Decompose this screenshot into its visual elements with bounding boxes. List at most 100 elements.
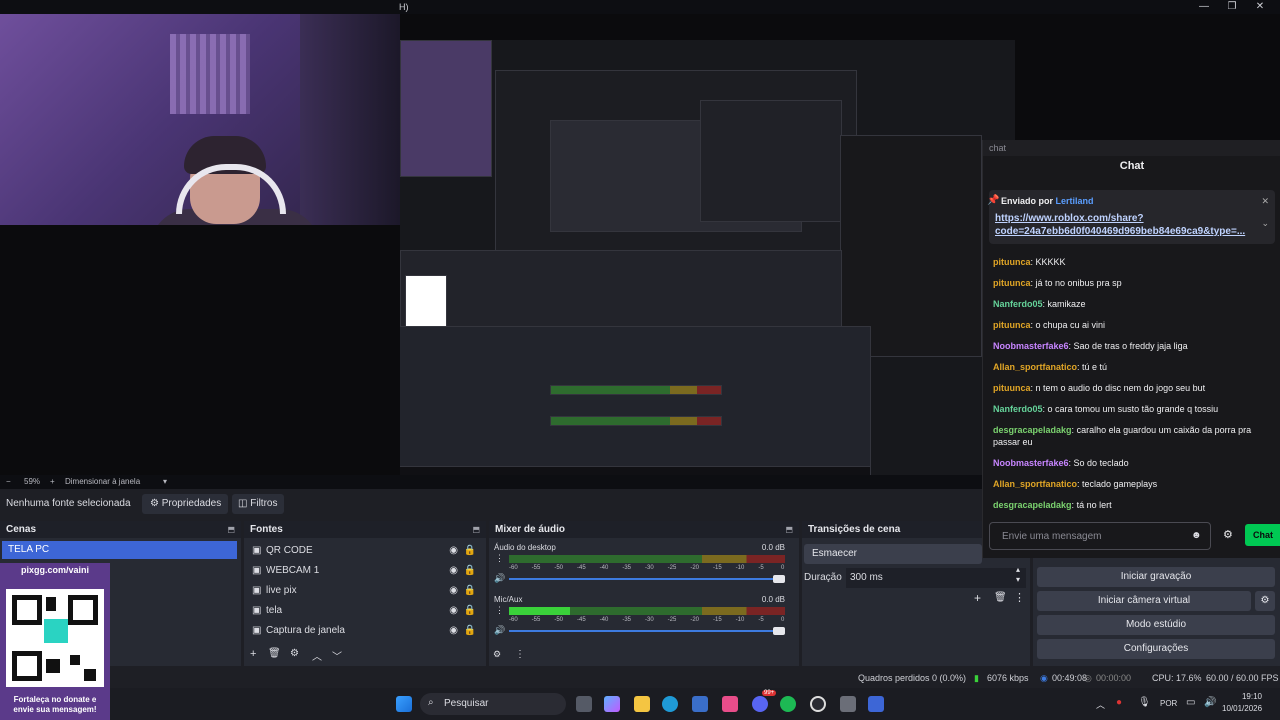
taskbar-search[interactable]: ⌕ Pesquisar (420, 693, 566, 715)
pinned-message[interactable]: 📌 Enviado por Lertiland https://www.robl… (987, 190, 1275, 244)
more-options-icon[interactable]: ⋮ (515, 649, 525, 660)
mixer-settings-icon[interactable]: ⚙ (493, 649, 501, 660)
properties-button[interactable]: ⚙ Propriedades (142, 494, 228, 514)
app-icon-2[interactable] (868, 696, 884, 712)
lock-icon[interactable]: 🔒 (464, 622, 476, 640)
network-icon[interactable]: ▭ (1186, 697, 1195, 708)
more-options-icon[interactable]: ⋮ (1014, 591, 1025, 604)
close-icon[interactable]: ✕ (1246, 0, 1274, 14)
transition-select[interactable]: Esmaecer (804, 544, 982, 564)
edge-icon[interactable] (662, 696, 678, 712)
chat-input[interactable]: Envie uma mensagem (989, 522, 1211, 550)
chat-username[interactable]: Nanferdo05 (993, 404, 1043, 414)
chat-username[interactable]: Noobmasterfake6 (993, 458, 1069, 468)
chevron-down-icon[interactable]: ▾ (163, 475, 167, 489)
discord-icon[interactable] (752, 696, 768, 712)
clock-time[interactable]: 19:10 (1222, 692, 1262, 701)
maximize-icon[interactable]: ❐ (1218, 0, 1246, 14)
chevron-down-icon[interactable]: ⌄ (1261, 218, 1269, 229)
studio-mode-button[interactable]: Modo estúdio (1037, 615, 1275, 635)
chevron-up-icon[interactable]: ︿ (312, 648, 322, 663)
task-view-icon[interactable] (576, 696, 592, 712)
source-item[interactable]: ▣ Captura de janela ◉ 🔒 (248, 622, 482, 640)
windows-start-icon[interactable] (396, 696, 412, 712)
source-item[interactable]: ▣ QR CODE ◉ 🔒 (248, 542, 482, 560)
chat-username[interactable]: pituunca (993, 320, 1031, 330)
store-icon[interactable] (692, 696, 708, 712)
undock-icon[interactable]: ⬒ (785, 521, 793, 538)
eye-icon[interactable]: ◉ (449, 582, 458, 600)
pinned-user[interactable]: Lertiland (1056, 196, 1094, 206)
gear-icon[interactable]: ⚙ (1223, 528, 1233, 541)
source-item[interactable]: ▣ tela ◉ 🔒 (248, 602, 482, 620)
chat-send-button[interactable]: Chat (1245, 524, 1280, 546)
source-item[interactable]: ▣ WEBCAM 1 ◉ 🔒 (248, 562, 482, 580)
eye-icon[interactable]: ◉ (449, 562, 458, 580)
app-icon[interactable] (722, 696, 738, 712)
speaker-icon[interactable]: 🔊 (494, 573, 505, 584)
lock-icon[interactable]: 🔒 (464, 582, 476, 600)
chat-username[interactable]: Nanferdo05 (993, 299, 1043, 309)
volume-icon[interactable]: 🔊 (1204, 697, 1216, 708)
file-explorer-icon[interactable] (634, 696, 650, 712)
scene-item[interactable]: TELA PC (2, 541, 237, 559)
filters-button[interactable]: ◫ Filtros (232, 494, 284, 514)
eye-icon[interactable]: ◉ (449, 622, 458, 640)
zoom-mode[interactable]: Dimensionar à janela (65, 475, 140, 489)
chat-username[interactable]: Noobmasterfake6 (993, 341, 1069, 351)
chevron-up-icon[interactable]: ︿ (1096, 698, 1105, 711)
duration-input[interactable]: 300 ms (846, 568, 1026, 588)
stepper-down-icon[interactable]: ▾ (1016, 575, 1020, 584)
trash-icon[interactable]: 🗑 (268, 648, 281, 659)
chat-username[interactable]: desgracapeladakg (993, 425, 1072, 435)
undock-icon[interactable]: ⬒ (227, 521, 235, 538)
add-source-icon[interactable]: + (250, 648, 256, 660)
language-indicator[interactable]: POR (1160, 699, 1177, 708)
zoom-minus-icon[interactable]: − (6, 475, 11, 489)
chevron-down-icon[interactable]: ﹀ (332, 648, 342, 663)
microphone-icon[interactable]: 🎙 (1138, 697, 1151, 708)
more-options-icon[interactable]: ⋮ (495, 553, 504, 564)
chat-tab[interactable]: chat (983, 140, 1280, 156)
start-recording-button[interactable]: Iniciar gravação (1037, 567, 1275, 587)
copilot-icon[interactable] (604, 696, 620, 712)
undock-icon[interactable]: ⬒ (472, 521, 480, 538)
obs-icon[interactable] (810, 696, 826, 712)
lock-icon[interactable]: 🔒 (464, 562, 476, 580)
lock-icon[interactable]: 🔒 (464, 602, 476, 620)
settings-button[interactable]: Configurações (1037, 639, 1275, 659)
zoom-level[interactable]: 59% (24, 475, 40, 489)
chat-username[interactable]: pituunca (993, 383, 1031, 393)
chat-username[interactable]: Allan_sportfanatico (993, 479, 1077, 489)
source-item[interactable]: ▣ live pix ◉ 🔒 (248, 582, 482, 600)
settings-app-icon[interactable] (840, 696, 856, 712)
gear-icon[interactable]: ⚙ (290, 648, 299, 659)
pinned-link[interactable]: https://www.roblox.com/share?code=24a7eb… (995, 212, 1253, 238)
stepper-up-icon[interactable]: ▴ (1016, 565, 1020, 574)
minimize-icon[interactable]: — (1190, 0, 1218, 14)
speaker-icon[interactable]: 🔊 (494, 625, 505, 636)
start-virtual-camera-button[interactable]: Iniciar câmera virtual (1037, 591, 1251, 611)
trash-icon[interactable]: 🗑 (994, 592, 1007, 603)
add-transition-icon[interactable]: + (974, 591, 981, 605)
slider-handle[interactable] (773, 575, 785, 583)
spotify-icon[interactable] (780, 696, 796, 712)
slider-handle[interactable] (773, 627, 785, 635)
unpin-icon[interactable]: ✕ (1261, 196, 1269, 207)
gear-icon[interactable]: ⚙ (1255, 591, 1275, 611)
volume-slider[interactable] (509, 575, 785, 583)
lock-icon[interactable]: 🔒 (464, 542, 476, 560)
chat-username[interactable]: pituunca (993, 257, 1031, 267)
more-options-icon[interactable]: ⋮ (495, 605, 504, 616)
eye-icon[interactable]: ◉ (449, 542, 458, 560)
zoom-plus-icon[interactable]: + (50, 475, 55, 489)
emote-icon[interactable]: ☻ (1191, 530, 1202, 541)
chat-username[interactable]: pituunca (993, 278, 1031, 288)
chat-username[interactable]: Allan_sportfanatico (993, 362, 1077, 372)
volume-slider[interactable] (509, 627, 785, 635)
clock-date[interactable]: 10/01/2026 (1222, 704, 1262, 713)
chat-panel: chat Chat 📌 Enviado por Lertiland https:… (982, 140, 1280, 558)
chat-username[interactable]: desgracapeladakg (993, 500, 1072, 510)
eye-icon[interactable]: ◉ (449, 602, 458, 620)
tray-app-icon[interactable]: ● (1116, 697, 1122, 708)
